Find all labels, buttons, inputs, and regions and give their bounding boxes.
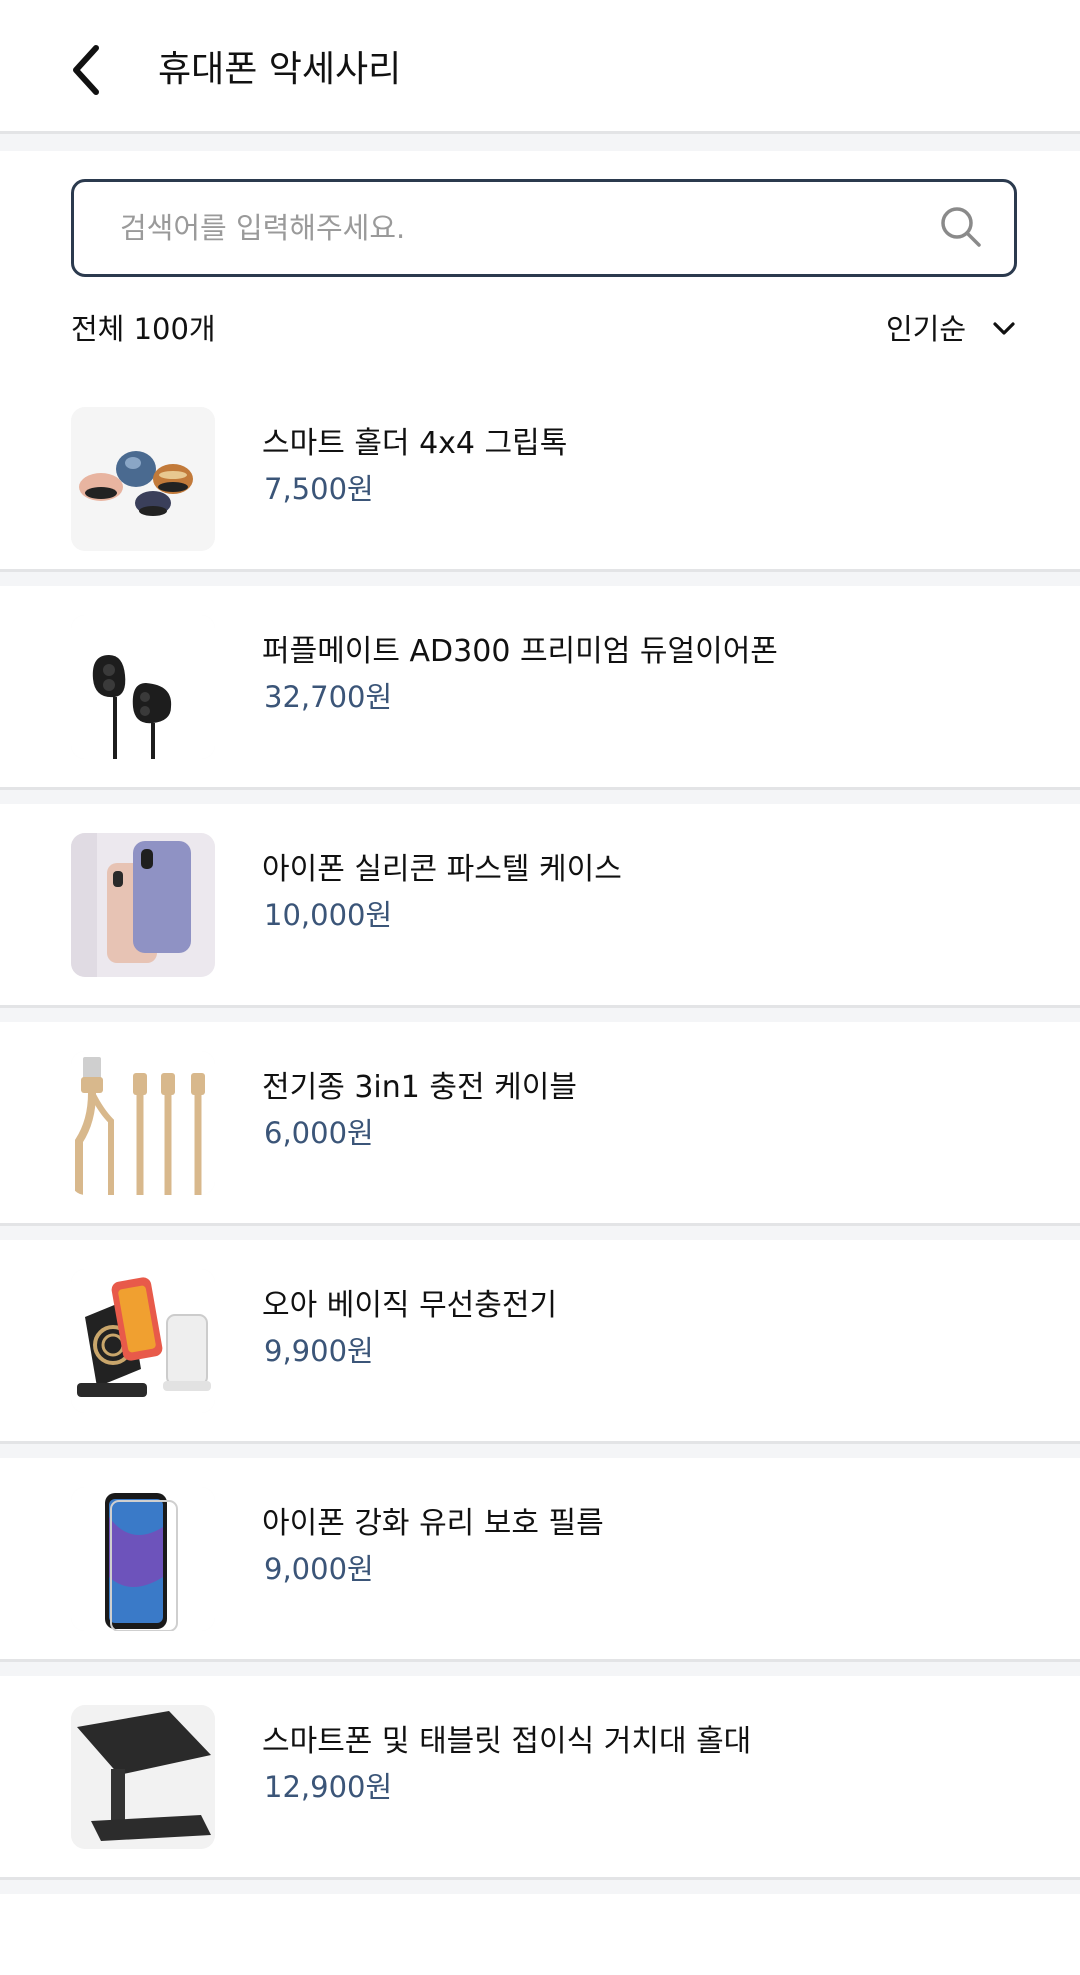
screen-protector-image: [71, 1487, 215, 1631]
product-item[interactable]: 아이폰 강화 유리 보호 필름 9,000원: [0, 1458, 1080, 1662]
app-header: 휴대폰 악세사리: [0, 0, 1080, 134]
product-price: 6,000원: [264, 1116, 374, 1150]
product-item[interactable]: 스마트폰 및 태블릿 접이식 거치대 홀대 12,900원: [0, 1676, 1080, 1880]
product-name: 퍼플메이트 AD300 프리미엄 듀얼이어폰: [262, 634, 778, 669]
charging-cable-image: [71, 1051, 215, 1195]
product-list: 스마트 홀더 4x4 그립톡 7,500원 퍼플메이트 AD300 프리미엄 듀…: [0, 378, 1080, 1894]
search-box: [71, 179, 1017, 277]
product-item[interactable]: 아이폰 실리콘 파스텔 케이스 10,000원: [0, 804, 1080, 1008]
product-name: 아이폰 강화 유리 보호 필름: [262, 1506, 604, 1541]
product-price: 7,500원: [264, 472, 374, 506]
grip-holders-image: [71, 407, 215, 551]
sort-label: 인기순: [885, 312, 966, 346]
product-name: 스마트폰 및 태블릿 접이식 거치대 홀대: [262, 1724, 752, 1759]
product-price: 12,900원: [264, 1770, 393, 1804]
chevron-left-icon: [73, 45, 99, 95]
product-price: 10,000원: [264, 898, 393, 932]
product-item[interactable]: 퍼플메이트 AD300 프리미엄 듀얼이어폰 32,700원: [0, 586, 1080, 790]
product-price: 32,700원: [264, 680, 393, 714]
product-name: 스마트 홀더 4x4 그립톡: [262, 426, 568, 461]
sort-dropdown[interactable]: 인기순: [886, 306, 1018, 352]
product-name: 오아 베이직 무선충전기: [262, 1288, 558, 1323]
earphones-image: [71, 615, 215, 759]
list-divider: [0, 790, 1080, 804]
product-name: 전기종 3in1 충전 케이블: [262, 1070, 577, 1105]
chevron-down-icon: [990, 315, 1018, 343]
list-divider: [0, 1444, 1080, 1458]
back-button[interactable]: [58, 40, 114, 100]
header-divider: [0, 134, 1080, 151]
product-price: 9,900원: [264, 1334, 374, 1368]
product-price: 9,000원: [264, 1552, 374, 1586]
list-divider: [0, 1008, 1080, 1022]
wireless-charger-image: [71, 1269, 215, 1413]
product-name: 아이폰 실리콘 파스텔 케이스: [262, 852, 622, 887]
phone-cases-image: [71, 833, 215, 977]
product-item[interactable]: 전기종 3in1 충전 케이블 6,000원: [0, 1022, 1080, 1226]
product-item[interactable]: 오아 베이직 무선충전기 9,900원: [0, 1240, 1080, 1444]
search-input[interactable]: [120, 182, 880, 274]
list-divider: [0, 572, 1080, 586]
search-icon: [941, 207, 981, 247]
list-end-divider: [0, 1880, 1080, 1894]
total-count: 전체 100개: [71, 312, 216, 346]
phone-stand-image: [71, 1705, 215, 1849]
search-button[interactable]: [938, 204, 984, 250]
product-item[interactable]: 스마트 홀더 4x4 그립톡 7,500원: [0, 378, 1080, 572]
page-title: 휴대폰 악세사리: [158, 49, 402, 90]
list-divider: [0, 1662, 1080, 1676]
list-divider: [0, 1226, 1080, 1240]
